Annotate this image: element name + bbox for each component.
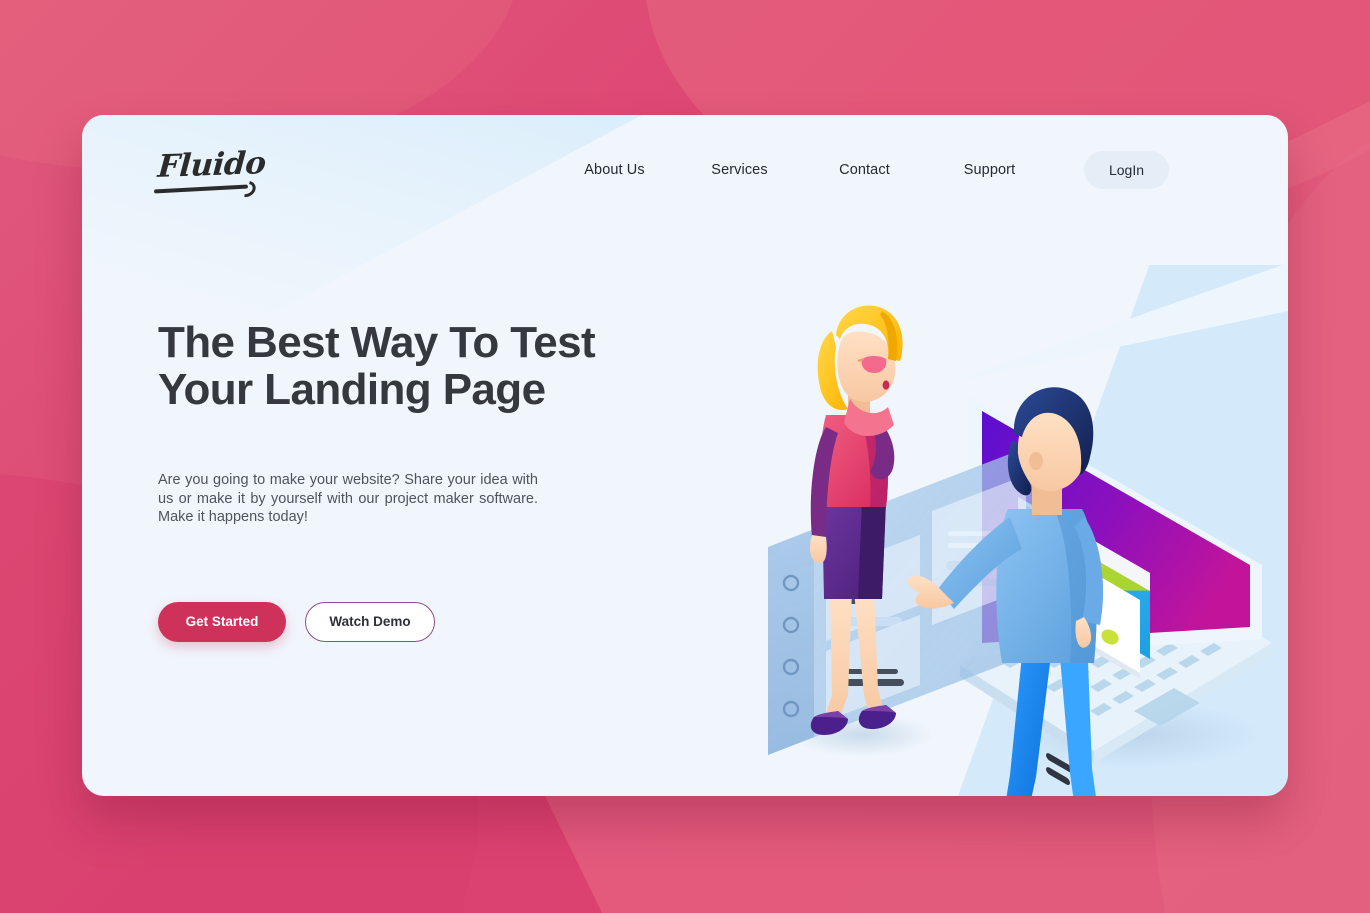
- brand-logo[interactable]: Fluido: [157, 145, 267, 185]
- get-started-button[interactable]: Get Started: [158, 601, 286, 642]
- main-navigation: About Us Services Contact Support LogIn: [552, 151, 1169, 189]
- site-header: Fluido About Us Services Contact Support…: [82, 115, 1288, 220]
- nav-item-services[interactable]: Services: [677, 162, 802, 178]
- brand-logo-swash: [153, 184, 249, 194]
- nav-item-contact[interactable]: Contact: [802, 162, 927, 178]
- login-button[interactable]: LogIn: [1084, 151, 1169, 189]
- watch-demo-button[interactable]: Watch Demo: [305, 601, 435, 642]
- hero-section: The Best Way To Test Your Landing Page A…: [158, 318, 628, 642]
- hero-description: Are you going to make your website? Shar…: [158, 472, 538, 526]
- nav-item-support[interactable]: Support: [927, 162, 1052, 178]
- isometric-team-laptop-illustration: [702, 265, 1282, 796]
- headline-line-2: Your Landing Page: [158, 364, 546, 414]
- hero-cta-row: Get Started Watch Demo: [158, 601, 628, 642]
- landing-page-card: Fluido About Us Services Contact Support…: [82, 115, 1288, 796]
- nav-item-about-us[interactable]: About Us: [552, 162, 677, 178]
- headline-line-1: The Best Way To Test: [158, 318, 596, 367]
- page-title: The Best Way To Test Your Landing Page: [158, 318, 628, 414]
